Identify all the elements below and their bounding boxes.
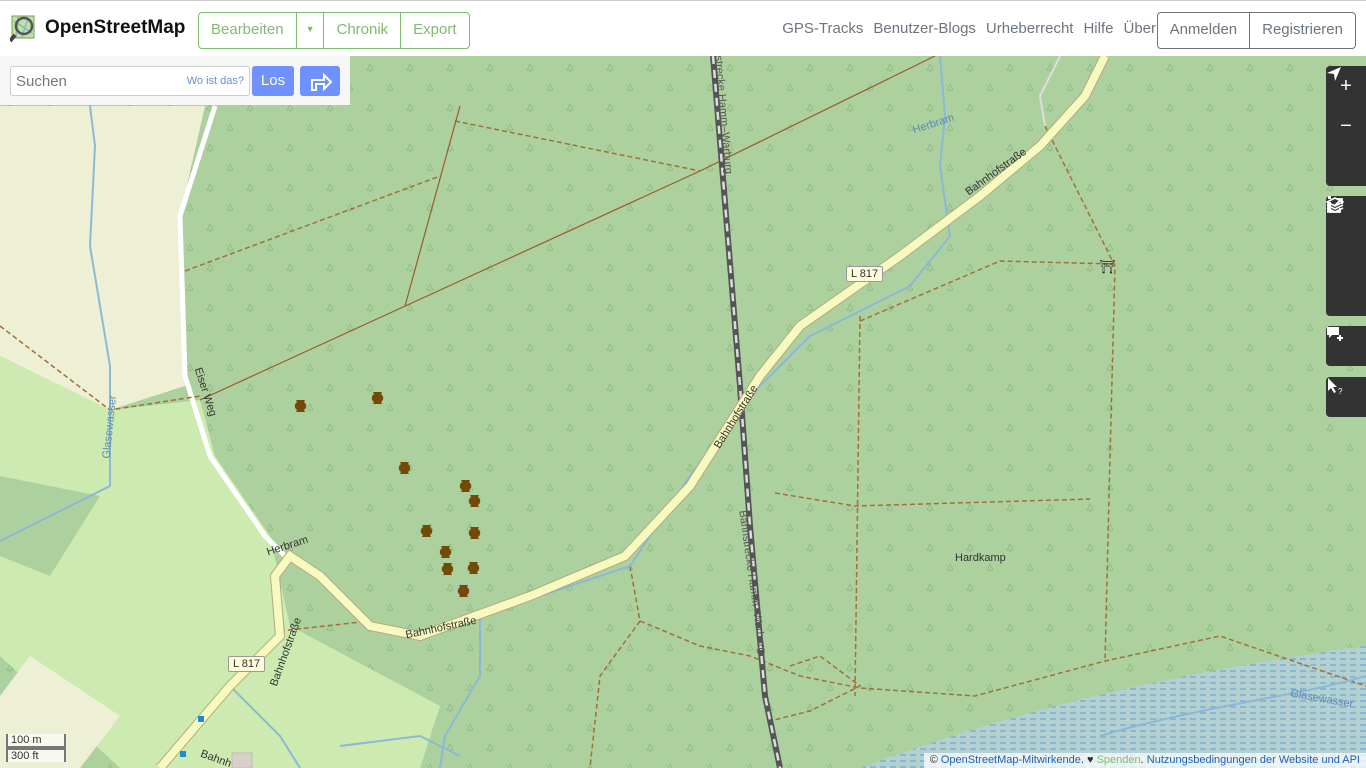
query-features-icon[interactable]: ?: [1326, 377, 1366, 417]
road-shield: L 817: [228, 656, 266, 672]
directions-icon: [311, 72, 333, 92]
locate-icon[interactable]: [1326, 67, 1366, 186]
edit-button-group: Bearbeiten ▼ Chronik Export: [198, 12, 470, 49]
map-panel-controls: [1326, 196, 1366, 316]
heart-icon: ♥: [1087, 754, 1094, 766]
osm-logo-icon: [10, 15, 35, 43]
archaeological-site-icon: [457, 585, 470, 597]
archaeological-site-icon: [468, 495, 481, 507]
scale-bar: 100 m 300 ft: [6, 734, 66, 762]
copyright-symbol: ©: [929, 754, 938, 766]
scale-imperial: 300 ft: [6, 748, 66, 762]
archaeological-site-icon: [420, 525, 433, 537]
edit-dropdown-chevron-down-icon[interactable]: ▼: [297, 13, 325, 48]
search-placeholder: Suchen: [16, 73, 67, 90]
history-button[interactable]: Chronik: [324, 13, 402, 48]
attribution: © OpenStreetMap-Mitwirkende. ♥ Spenden. …: [923, 753, 1366, 768]
archaeological-site-icon: [468, 527, 481, 539]
nav-gps-tracks[interactable]: GPS-Tracks: [782, 20, 863, 37]
nav-help[interactable]: Hilfe: [1083, 20, 1113, 37]
nav-copyright[interactable]: Urheberrecht: [986, 20, 1074, 37]
share-icon[interactable]: [1326, 198, 1366, 316]
archaeological-site-icon: [371, 392, 384, 404]
info-icon[interactable]: [1326, 196, 1366, 276]
secondary-nav: GPS-Tracks Benutzer-Blogs Urheberrecht H…: [782, 20, 1156, 37]
archaeological-site-icon: [439, 546, 452, 558]
login-button[interactable]: Anmelden: [1158, 13, 1251, 48]
zoom-controls: + −: [1326, 66, 1366, 186]
archaeological-site-icon: [294, 400, 307, 412]
zoom-out-button[interactable]: −: [1326, 106, 1366, 146]
edit-button[interactable]: Bearbeiten: [199, 13, 297, 48]
logo-title: OpenStreetMap: [45, 17, 186, 38]
terms-link[interactable]: Nutzungsbedingungen der Website und API: [1147, 754, 1360, 766]
auth-button-group: Anmelden Registrieren: [1156, 12, 1356, 49]
note-controls: [1326, 326, 1366, 366]
logo[interactable]: OpenStreetMap: [10, 13, 185, 43]
export-button[interactable]: Export: [401, 13, 468, 48]
nav-user-diaries[interactable]: Benutzer-Blogs: [873, 20, 976, 37]
add-note-icon[interactable]: [1326, 326, 1366, 366]
search-go-button[interactable]: Los: [252, 66, 294, 96]
archaeological-site-icon: [459, 480, 472, 492]
place-label-hardkamp: Hardkamp: [955, 552, 1006, 564]
svg-text:?: ?: [1338, 387, 1343, 395]
scale-metric: 100 m: [6, 734, 66, 748]
header: OpenStreetMap Bearbeiten ▼ Chronik Expor…: [0, 0, 1366, 56]
where-is-this-link[interactable]: Wo ist das?: [187, 75, 244, 87]
donate-link[interactable]: Spenden: [1097, 754, 1141, 766]
nav-about[interactable]: Über: [1123, 20, 1156, 37]
search-panel: Suchen Wo ist das? Los: [0, 56, 350, 105]
road-shield: L 817: [846, 266, 884, 282]
archaeological-site-icon: [398, 462, 411, 474]
shelter-icon: ⛩: [1099, 259, 1116, 274]
archaeological-site-icon: [441, 563, 454, 575]
query-controls: ?: [1326, 377, 1366, 417]
search-input[interactable]: Suchen Wo ist das?: [10, 66, 250, 96]
signup-button[interactable]: Registrieren: [1250, 13, 1355, 48]
archaeological-site-icon: [467, 562, 480, 574]
directions-button[interactable]: [300, 66, 340, 96]
contributors-link[interactable]: OpenStreetMap-Mitwirkende: [941, 754, 1081, 766]
map-canvas[interactable]: ⛩ Bahnhofstraße Bahnhofstraße Bahnhofstr…: [0, 56, 1366, 768]
